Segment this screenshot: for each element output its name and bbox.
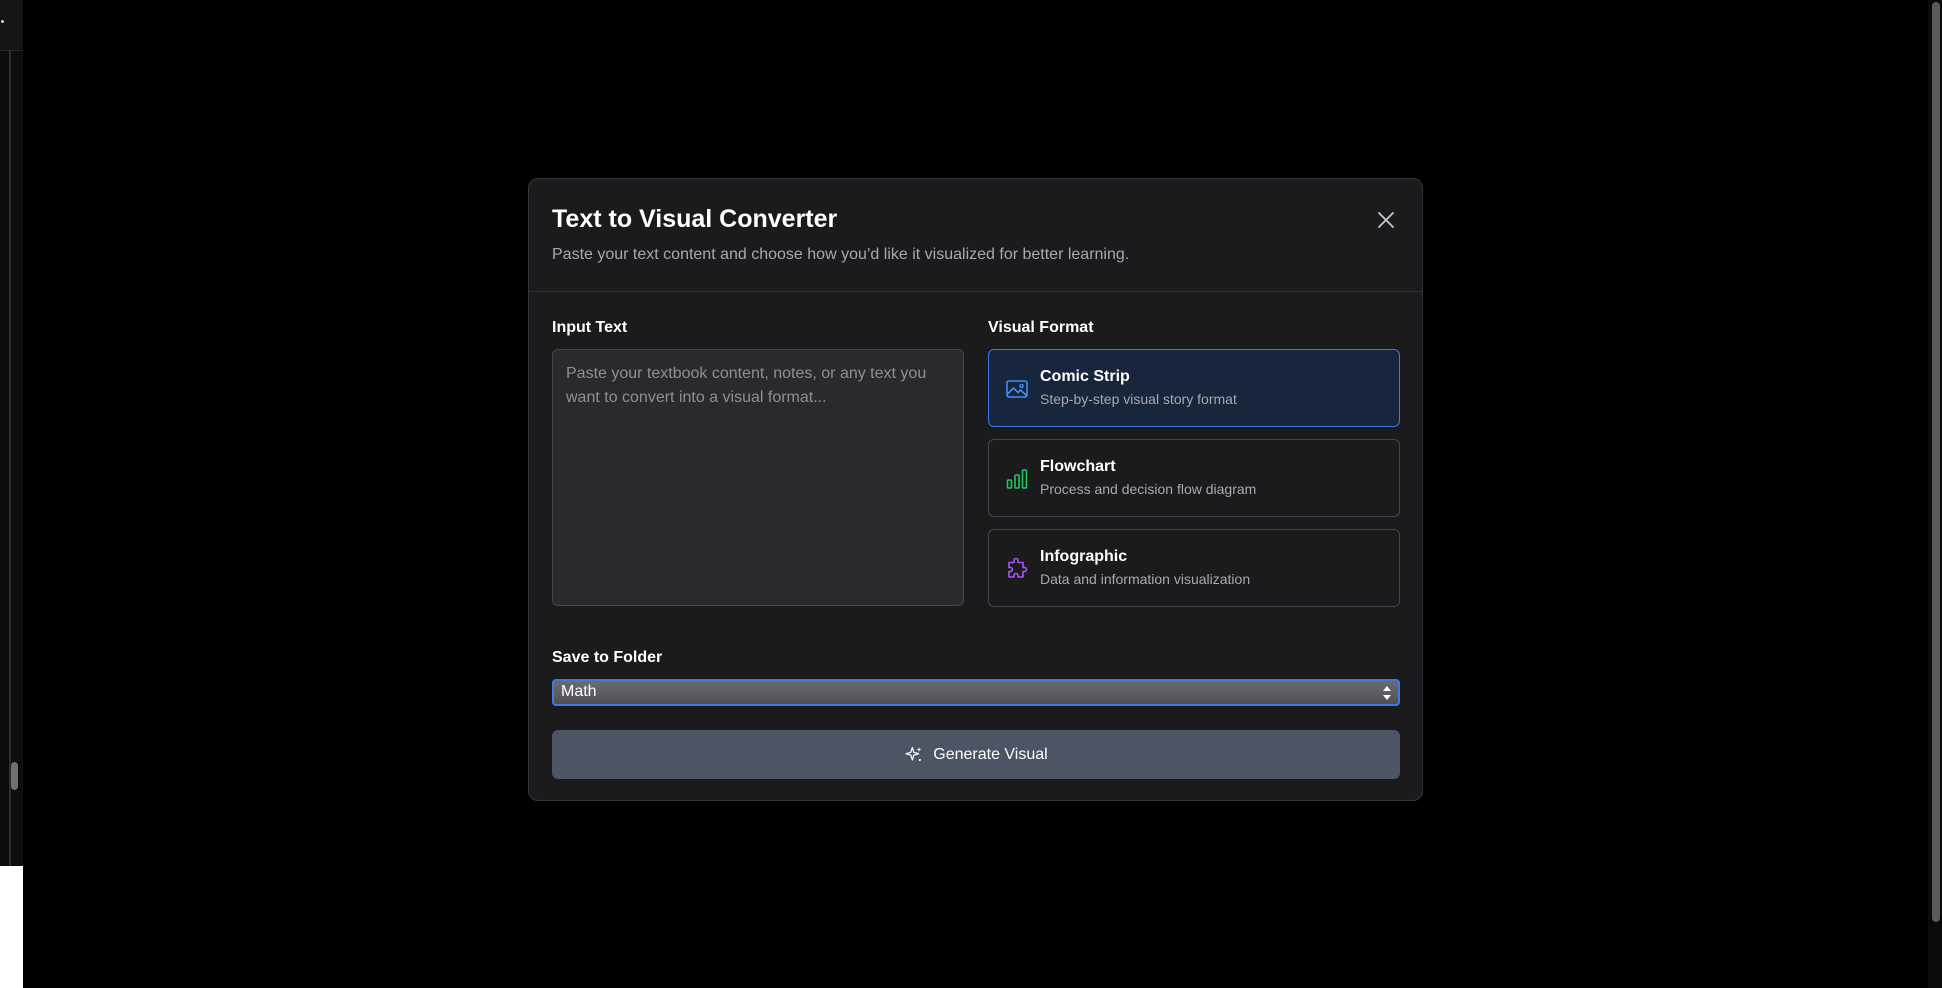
page-scroll-thumb[interactable]: [1932, 2, 1940, 922]
generate-visual-label: Generate Visual: [933, 745, 1048, 763]
select-arrows-icon: [1383, 686, 1391, 700]
format-name: Infographic: [1040, 548, 1128, 565]
format-name: Flowchart: [1040, 458, 1116, 475]
close-button[interactable]: [1374, 208, 1398, 232]
modal-header: Text to Visual Converter Paste your text…: [529, 179, 1422, 292]
format-name: Comic Strip: [1040, 368, 1130, 385]
format-description: Data and information visualization: [1040, 571, 1251, 587]
divider: [9, 50, 11, 866]
close-icon: [1378, 212, 1394, 228]
input-text-label: Input Text: [552, 319, 628, 336]
save-to-folder-label: Save to Folder: [552, 649, 663, 666]
format-description: Step-by-step visual story format: [1040, 391, 1237, 407]
modal-title: Text to Visual Converter: [552, 205, 838, 233]
sparkle-icon: [905, 746, 922, 761]
visual-format-label: Visual Format: [988, 319, 1094, 336]
input-text-area[interactable]: [552, 349, 964, 606]
background-window: [0, 0, 23, 866]
text-to-visual-modal: Text to Visual Converter Paste your text…: [528, 178, 1423, 801]
background-panel: [0, 866, 23, 988]
modal-subtitle: Paste your text content and choose how y…: [552, 246, 1130, 263]
folder-select[interactable]: Math: [552, 679, 1400, 706]
menu-dot-icon: [1, 20, 4, 23]
page-scrollbar[interactable]: [1928, 0, 1942, 988]
format-option-infographic[interactable]: Infographic Data and information visuali…: [988, 529, 1400, 607]
page: Text to Visual Converter Paste your text…: [0, 0, 1942, 988]
puzzle-icon: [1008, 557, 1028, 578]
image-icon: [1006, 380, 1028, 398]
format-option-comic-strip[interactable]: Comic Strip Step-by-step visual story fo…: [988, 349, 1400, 427]
format-option-flowchart[interactable]: Flowchart Process and decision flow diag…: [988, 439, 1400, 517]
generate-visual-button[interactable]: Generate Visual: [552, 730, 1400, 779]
background-window-header: [0, 0, 23, 51]
bar-chart-icon: [1006, 469, 1028, 489]
format-description: Process and decision flow diagram: [1040, 481, 1257, 497]
background-scroll-thumb[interactable]: [11, 762, 18, 790]
folder-select-value: Math: [561, 683, 597, 700]
